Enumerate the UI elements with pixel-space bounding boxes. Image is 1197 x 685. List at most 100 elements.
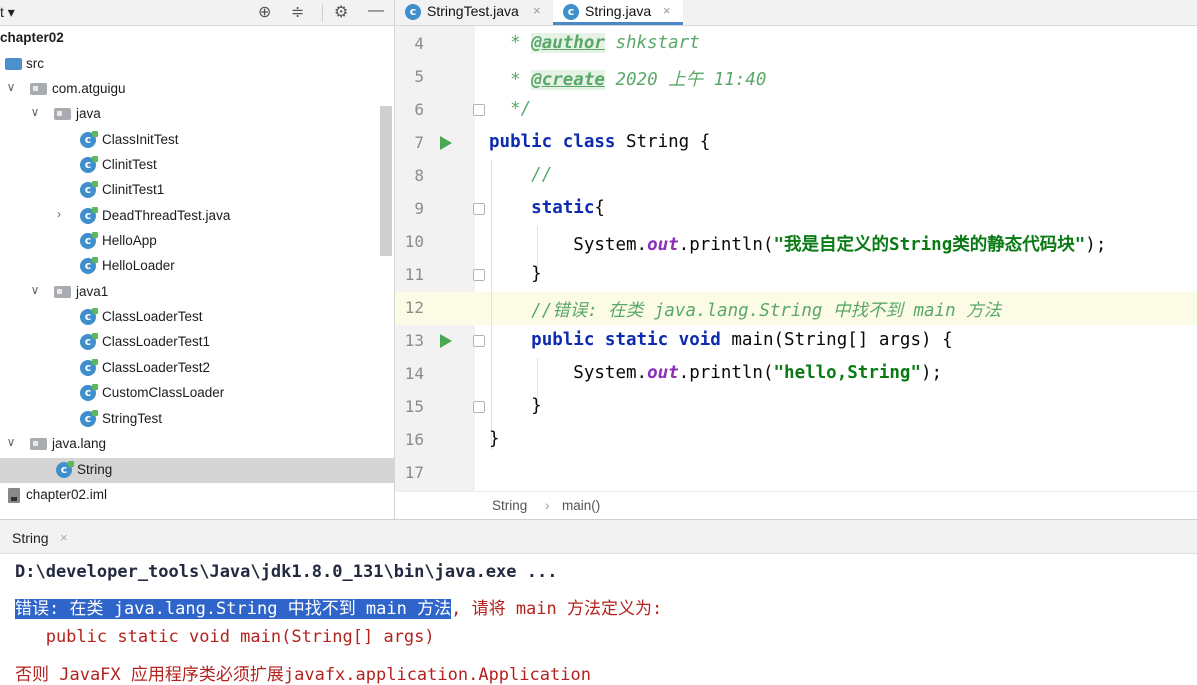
line-number: 6	[414, 100, 424, 119]
tab-stringtest-java[interactable]: c StringTest.java ×	[395, 0, 553, 25]
chevron-down-icon[interactable]: ∨	[4, 80, 18, 94]
fold-marker-icon[interactable]	[473, 203, 485, 215]
code-text: .println(	[678, 235, 774, 255]
code-text: }	[531, 264, 542, 284]
tree-item-deadthreadtest[interactable]: › c DeadThreadTest.java	[0, 204, 394, 229]
tree-item-string[interactable]: c String	[0, 458, 394, 483]
tree-item-label: ClassLoaderTest	[102, 309, 203, 324]
breadcrumb-item-method[interactable]: main()	[562, 498, 600, 513]
line-number: 15	[404, 397, 424, 416]
tree-item-label: DeadThreadTest.java	[102, 208, 231, 223]
tree-scrollbar[interactable]	[380, 106, 392, 256]
breadcrumb: String › main()	[395, 491, 1197, 519]
tree-item-java1[interactable]: ∨ java1	[0, 280, 394, 305]
code-text: .println(	[678, 363, 774, 383]
line-number: 7	[414, 133, 424, 152]
console-command-line: D:\developer_tools\Java\jdk1.8.0_131\bin…	[15, 562, 558, 582]
code-line-4: * @author shkstart	[489, 33, 700, 53]
code-text: {	[594, 198, 605, 218]
chevron-down-icon[interactable]: ∨	[4, 435, 18, 449]
tree-item-label: ClassLoaderTest1	[102, 334, 211, 349]
tree-item-classloadertest[interactable]: c ClassLoaderTest	[0, 305, 394, 330]
fold-marker-icon[interactable]	[473, 401, 485, 413]
tree-item-classinittest[interactable]: c ClassInitTest	[0, 128, 394, 153]
tree-item-label: HelloApp	[102, 233, 157, 248]
gear-icon[interactable]: ⚙	[334, 2, 348, 22]
tree-item-clinittest[interactable]: c ClinitTest	[0, 153, 394, 178]
code-editor[interactable]	[475, 26, 1197, 491]
close-icon[interactable]: ×	[533, 3, 541, 18]
java-class-icon: c	[405, 4, 421, 20]
tree-item-helloapp[interactable]: c HelloApp	[0, 229, 394, 254]
tab-string-java[interactable]: c String.java ×	[553, 0, 683, 25]
tree-item-helloloader[interactable]: c HelloLoader	[0, 254, 394, 279]
close-icon[interactable]: ×	[60, 530, 68, 545]
tree-item-clinittest1[interactable]: c ClinitTest1	[0, 178, 394, 203]
java-class-icon: c	[80, 359, 98, 376]
tree-item-java[interactable]: ∨ java	[0, 102, 394, 127]
tree-item-src[interactable]: src	[0, 52, 394, 77]
source-folder-icon	[5, 58, 22, 70]
run-main-icon[interactable]	[440, 334, 452, 348]
project-view-selector[interactable]: t ▾	[0, 4, 15, 21]
chevron-down-icon[interactable]: ∨	[28, 105, 42, 119]
module-file-icon	[8, 488, 20, 503]
tree-item-label: StringTest	[102, 411, 163, 426]
tree-item-label: ClinitTest1	[102, 182, 165, 197]
line-number: 4	[414, 34, 424, 53]
java-class-icon: c	[80, 410, 98, 427]
console-error-line: 否则 JavaFX 应用程序类必须扩展javafx.application.Ap…	[15, 665, 591, 685]
chevron-down-icon[interactable]: ∨	[28, 283, 42, 297]
string-literal: "我是自定义的String类的静态代码块"	[773, 235, 1086, 255]
run-console-output[interactable]: D:\developer_tools\Java\jdk1.8.0_131\bin…	[0, 554, 1197, 685]
code-line-7: public class String {	[489, 132, 710, 152]
fold-marker-icon[interactable]	[473, 104, 485, 116]
tab-label: String.java	[585, 3, 652, 19]
close-icon[interactable]: ×	[663, 3, 671, 18]
tree-item-label: java.lang	[52, 436, 107, 451]
java-class-icon: c	[80, 156, 98, 173]
fold-marker-icon[interactable]	[473, 335, 485, 347]
line-number: 8	[414, 166, 424, 185]
tree-item-label: ClinitTest	[102, 157, 157, 172]
tree-item-chapter02-iml[interactable]: chapter02.iml	[0, 483, 394, 508]
comment-text: //	[531, 165, 553, 185]
collapse-all-icon[interactable]: ≑	[291, 2, 304, 22]
code-text: }	[489, 429, 500, 449]
locate-icon[interactable]: ⊕	[258, 2, 271, 22]
hide-panel-icon[interactable]: —	[368, 2, 384, 20]
code-text: main(String[] args) {	[720, 330, 953, 350]
code-line-13: public static void main(String[] args) {	[489, 330, 953, 350]
java-class-icon: c	[80, 181, 98, 198]
code-line-10: System.out.println("我是自定义的String类的静态代码块"…	[489, 231, 1106, 256]
tree-item-java-lang[interactable]: ∨ java.lang	[0, 432, 394, 457]
fold-marker-icon[interactable]	[473, 269, 485, 281]
chevron-right-icon[interactable]: ›	[52, 207, 66, 221]
package-icon	[30, 83, 47, 95]
line-number: 13	[404, 331, 424, 350]
line-number: 12	[404, 298, 424, 317]
selected-text[interactable]: 错误: 在类 java.lang.String 中找不到 main 方法	[15, 599, 452, 619]
breadcrumb-item-class[interactable]: String	[492, 498, 527, 513]
java-class-icon: c	[80, 384, 98, 401]
tree-item-classloadertest2[interactable]: c ClassLoaderTest2	[0, 356, 394, 381]
chevron-right-icon: ›	[545, 498, 550, 513]
tree-item-chapter02[interactable]: chapter02	[0, 26, 394, 51]
console-text: , 请将 main 方法定义为:	[451, 599, 663, 619]
code-text: String {	[615, 132, 711, 152]
tree-item-customclassloader[interactable]: c CustomClassLoader	[0, 381, 394, 406]
run-class-icon[interactable]	[440, 136, 452, 150]
code-text: }	[531, 396, 542, 416]
editor-gutter	[395, 26, 475, 491]
tree-item-classloadertest1[interactable]: c ClassLoaderTest1	[0, 330, 394, 355]
tree-item-com-atguigu[interactable]: ∨ com.atguigu	[0, 77, 394, 102]
code-line-11: }	[489, 264, 542, 284]
tree-item-label: String	[77, 462, 113, 477]
tree-item-stringtest[interactable]: c StringTest	[0, 407, 394, 432]
comment-text: */	[510, 99, 532, 119]
tree-item-label: src	[26, 56, 44, 71]
code-line-8: //	[489, 165, 552, 185]
code-line-16: }	[489, 429, 500, 449]
line-number: 17	[404, 463, 424, 482]
keyword: public class	[489, 132, 616, 152]
